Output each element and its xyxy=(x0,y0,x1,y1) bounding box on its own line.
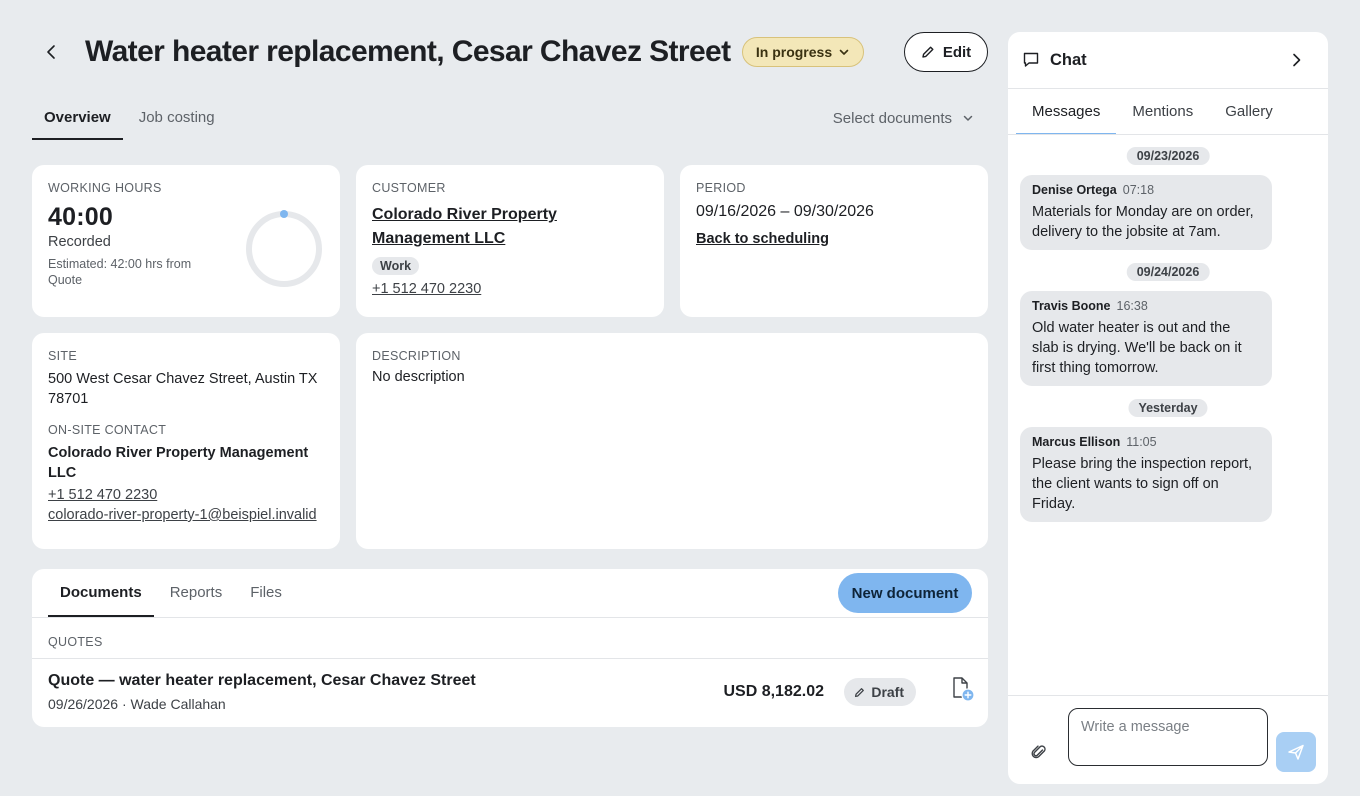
chat-bubble-icon xyxy=(1023,52,1039,67)
chat-title: Chat xyxy=(1050,50,1087,69)
on-site-contact-label: ON-SITE CONTACT xyxy=(48,423,167,437)
edit-button[interactable]: Edit xyxy=(904,32,988,72)
message-author: Denise Ortega xyxy=(1032,183,1117,197)
hours-progress-ring xyxy=(246,210,322,287)
message-author: Marcus Ellison xyxy=(1032,435,1121,449)
chevron-right-icon[interactable] xyxy=(1288,52,1304,68)
contact-email-link[interactable]: colorado-river-property-1@beispiel.inval… xyxy=(48,507,324,523)
description-text: No description xyxy=(372,369,465,385)
message-text: Please bring the inspection report, the … xyxy=(1032,456,1253,512)
period-range: 09/16/2026 – 09/30/2026 xyxy=(696,203,874,220)
phone-type-tag: Work xyxy=(372,257,420,275)
chevron-down-icon xyxy=(963,115,973,121)
status-dropdown[interactable]: In progress xyxy=(742,37,864,67)
date-separator: 09/23/2026 xyxy=(1126,147,1210,165)
hours-progress-dot xyxy=(280,210,288,218)
tab-files[interactable]: Files xyxy=(238,569,294,617)
chevron-left-icon xyxy=(47,45,55,59)
divider xyxy=(32,617,988,618)
description-label: DESCRIPTION xyxy=(372,349,461,363)
quote-meta: 09/26/2026 · Wade Callahan xyxy=(48,696,226,712)
message-time: 07:18 xyxy=(1122,183,1155,197)
description-card: DESCRIPTION No description xyxy=(356,333,988,549)
documents-panel: Documents Reports Files New document QUO… xyxy=(32,569,988,727)
working-hours-label: WORKING HOURS xyxy=(48,181,162,195)
main-tabs: Overview Job costing Select documents xyxy=(32,96,988,140)
paperclip-icon[interactable] xyxy=(1030,743,1048,761)
chat-message: Travis Boone 16:38 Old water heater is ou… xyxy=(1020,291,1272,386)
period-card: PERIOD 09/16/2026 – 09/30/2026 Back to s… xyxy=(680,165,988,317)
date-separator: Yesterday xyxy=(1128,399,1208,417)
message-time: 11:05 xyxy=(1126,435,1157,449)
hours-estimate: Estimated: 42:00 hrs from Quote xyxy=(48,257,192,287)
pencil-icon xyxy=(855,687,865,697)
send-icon xyxy=(1288,744,1304,760)
period-label: PERIOD xyxy=(696,181,746,195)
send-button[interactable] xyxy=(1276,732,1316,772)
message-input[interactable] xyxy=(1068,708,1268,766)
customer-name-link[interactable]: Colorado River Property Management LLC xyxy=(372,203,612,251)
draft-label: Draft xyxy=(871,684,904,700)
back-button[interactable] xyxy=(36,36,68,68)
edit-label: Edit xyxy=(942,43,972,61)
quotes-section-label: QUOTES xyxy=(48,635,103,649)
tab-gallery[interactable]: Gallery xyxy=(1209,89,1289,135)
customer-label: CUSTOMER xyxy=(372,181,446,195)
select-documents-dropdown[interactable]: Select documents xyxy=(833,96,974,140)
divider xyxy=(1008,695,1328,696)
select-documents-label: Select documents xyxy=(832,109,952,127)
page-title: Water heater replacement, Cesar Chavez S… xyxy=(85,35,731,68)
chat-message: Denise Ortega 07:18 Materials for Monday … xyxy=(1020,175,1272,250)
tab-messages[interactable]: Messages xyxy=(1016,89,1117,135)
back-to-scheduling-link[interactable]: Back to scheduling xyxy=(696,231,972,247)
chat-panel: Chat Messages Mentions Gallery 09/23/202… xyxy=(1008,32,1328,784)
status-label: In progress xyxy=(755,44,833,60)
tab-overview[interactable]: Overview xyxy=(32,96,123,140)
contact-phone-link[interactable]: +1 512 470 2230 xyxy=(48,487,324,503)
message-time: 16:38 xyxy=(1116,299,1148,313)
document-add-icon[interactable] xyxy=(948,675,976,703)
pencil-icon xyxy=(922,46,934,58)
site-card: SITE 500 West Cesar Chavez Street, Austi… xyxy=(32,333,340,549)
message-text: Old water heater is out and the slab is … xyxy=(1032,320,1242,376)
customer-phone-link[interactable]: +1 512 470 2230 xyxy=(372,281,648,297)
chat-tabs: Messages Mentions Gallery xyxy=(1016,89,1289,135)
contact-name: Colorado River Property Management LLC xyxy=(48,445,309,481)
quote-amount: USD 8,182.02 xyxy=(723,683,824,700)
chat-header: Chat xyxy=(1008,32,1328,88)
date-separator: 09/24/2026 xyxy=(1126,263,1210,281)
tab-job-costing[interactable]: Job costing xyxy=(127,96,227,140)
quote-row[interactable]: Quote — water heater replacement, Cesar … xyxy=(32,659,988,727)
site-address: 500 West Cesar Chavez Street, Austin TX … xyxy=(48,371,318,407)
message-author: Travis Boone xyxy=(1032,299,1111,313)
chevron-down-icon xyxy=(839,49,849,55)
quote-title: Quote — water heater replacement, Cesar … xyxy=(48,672,476,689)
draft-status-badge: Draft xyxy=(844,678,916,706)
tab-mentions[interactable]: Mentions xyxy=(1116,89,1209,135)
chat-message: Marcus Ellison 11:05 Please bring the ins… xyxy=(1020,427,1272,522)
tab-documents[interactable]: Documents xyxy=(48,569,154,617)
divider xyxy=(1008,134,1328,135)
site-label: SITE xyxy=(48,349,77,363)
documents-tabs: Documents Reports Files xyxy=(48,569,298,617)
message-text: Materials for Monday are on order, deliv… xyxy=(1032,204,1254,240)
tab-reports[interactable]: Reports xyxy=(158,569,235,617)
customer-card: CUSTOMER Colorado River Property Managem… xyxy=(356,165,664,317)
new-document-button[interactable]: New document xyxy=(838,573,972,613)
